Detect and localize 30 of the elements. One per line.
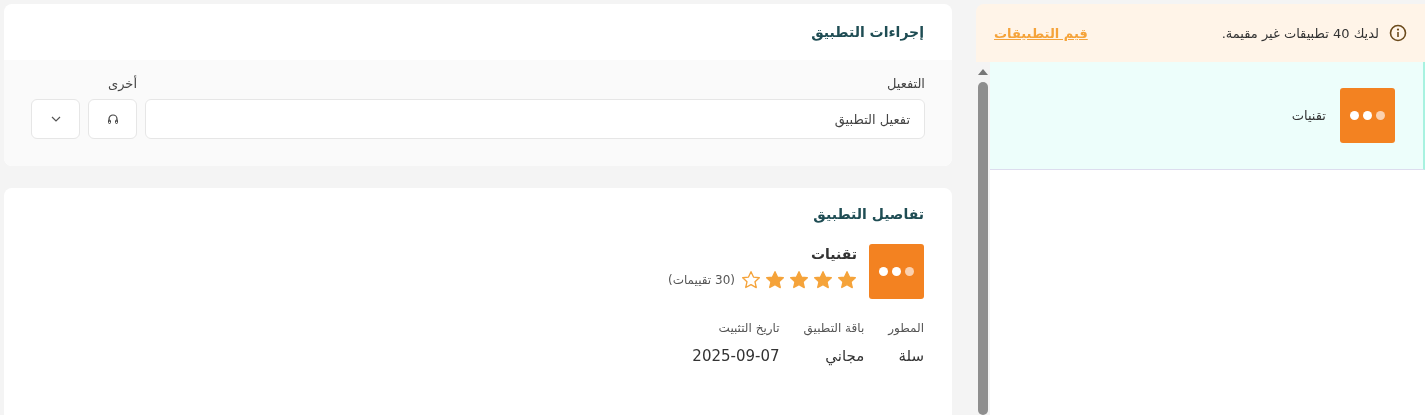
scroll-up-icon <box>977 68 989 76</box>
field-label: أخرى <box>107 76 137 91</box>
detail-value: مجاني <box>824 347 865 365</box>
scrollbar[interactable] <box>976 62 990 415</box>
headphones-icon <box>106 113 119 125</box>
card-title: تفاصيل التطبيق <box>812 206 924 222</box>
detail-label: المطور <box>888 321 924 335</box>
detail-value: سلة <box>897 347 924 365</box>
field-label: التفعيل <box>885 76 925 91</box>
app-logo-icon <box>869 244 924 299</box>
star-icon <box>741 270 761 290</box>
support-button[interactable] <box>88 99 137 139</box>
app-name: تقنيات <box>1291 108 1326 123</box>
activation-field[interactable]: تفعيل التطبيق <box>145 99 925 139</box>
app-logo-icon <box>1340 88 1395 143</box>
card-title: إجراءات التطبيق <box>811 24 924 40</box>
detail-label: باقة التطبيق <box>803 321 865 335</box>
detail-label: تاريخ التثبيت <box>717 321 780 335</box>
detail-value: 2025-09-07 <box>692 347 780 365</box>
star-icon <box>813 270 833 290</box>
app-list-item[interactable]: تقنيات <box>990 62 1425 170</box>
ratings-count: (30 تقييمات) <box>668 273 735 287</box>
dropdown-button[interactable] <box>31 99 80 139</box>
chevron-down-icon <box>50 116 61 122</box>
notice-text: لديك 40 تطبيقات غير مقيمة. <box>1220 25 1379 41</box>
star-icon <box>837 270 857 290</box>
star-icon <box>765 270 785 290</box>
app-name: تقنيات <box>809 246 857 262</box>
star-icon <box>789 270 809 290</box>
info-icon <box>1389 24 1407 42</box>
